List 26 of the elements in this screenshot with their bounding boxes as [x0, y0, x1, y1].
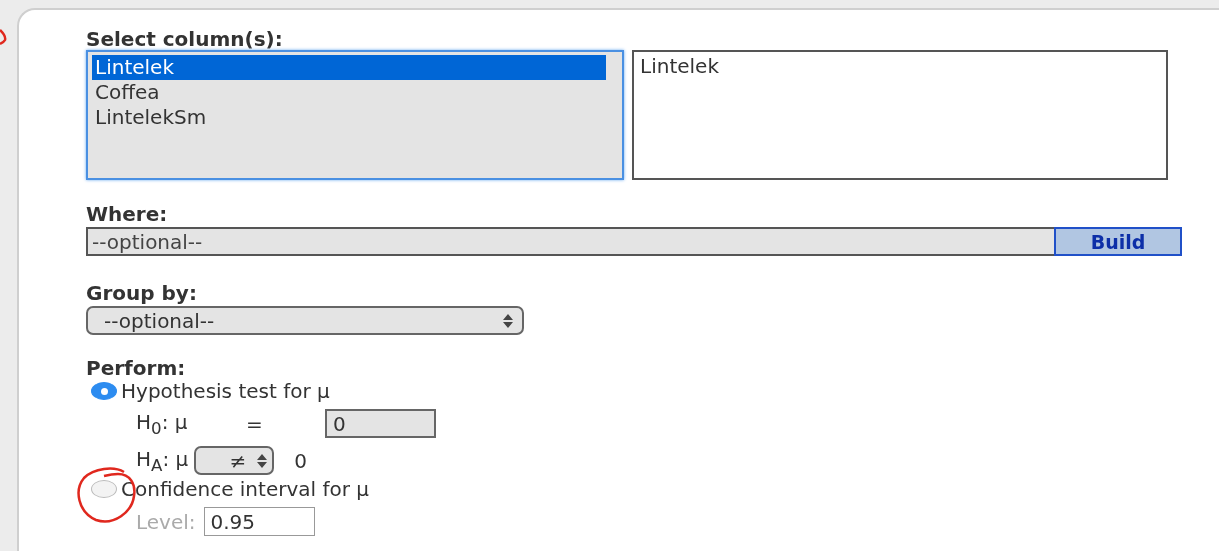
dropdown[interactable]: ≠	[194, 446, 275, 475]
list-item[interactable]: Coffea	[92, 80, 606, 105]
build-button[interactable]: Build	[1054, 227, 1182, 256]
option-label[interactable]: Hypothesis test for μ	[121, 379, 330, 403]
operator-text: =	[246, 411, 264, 436]
column-listbox[interactable]: Lintelek Coffea LintelekSm	[86, 50, 624, 180]
hypothesis-label: H$_{A}$: μ	[136, 446, 189, 475]
input-field[interactable]: 0	[325, 409, 436, 438]
input-field[interactable]: 0.95	[203, 507, 315, 536]
value-text: 0	[294, 448, 307, 473]
list-item[interactable]: Lintelek	[92, 55, 606, 80]
list-item[interactable]: Lintelek	[640, 54, 719, 78]
field-label: Perform:	[86, 357, 186, 379]
dropdown-arrows-icon	[502, 312, 514, 329]
dropdown-arrows-icon	[256, 452, 269, 469]
field-label: Where:	[86, 203, 168, 225]
radio-button[interactable]	[91, 382, 117, 400]
hypothesis-label: H$_{0}$: μ	[136, 409, 189, 438]
field-label: Select column(s):	[86, 28, 283, 50]
field-label: Group by:	[86, 282, 197, 304]
radio-button[interactable]	[91, 480, 117, 498]
input-field[interactable]: --optional--	[86, 227, 1054, 256]
list-item[interactable]: LintelekSm	[92, 105, 606, 130]
dropdown[interactable]: --optional--	[86, 306, 524, 335]
level-label: Level:	[136, 509, 196, 534]
annotation-mark	[0, 28, 8, 46]
